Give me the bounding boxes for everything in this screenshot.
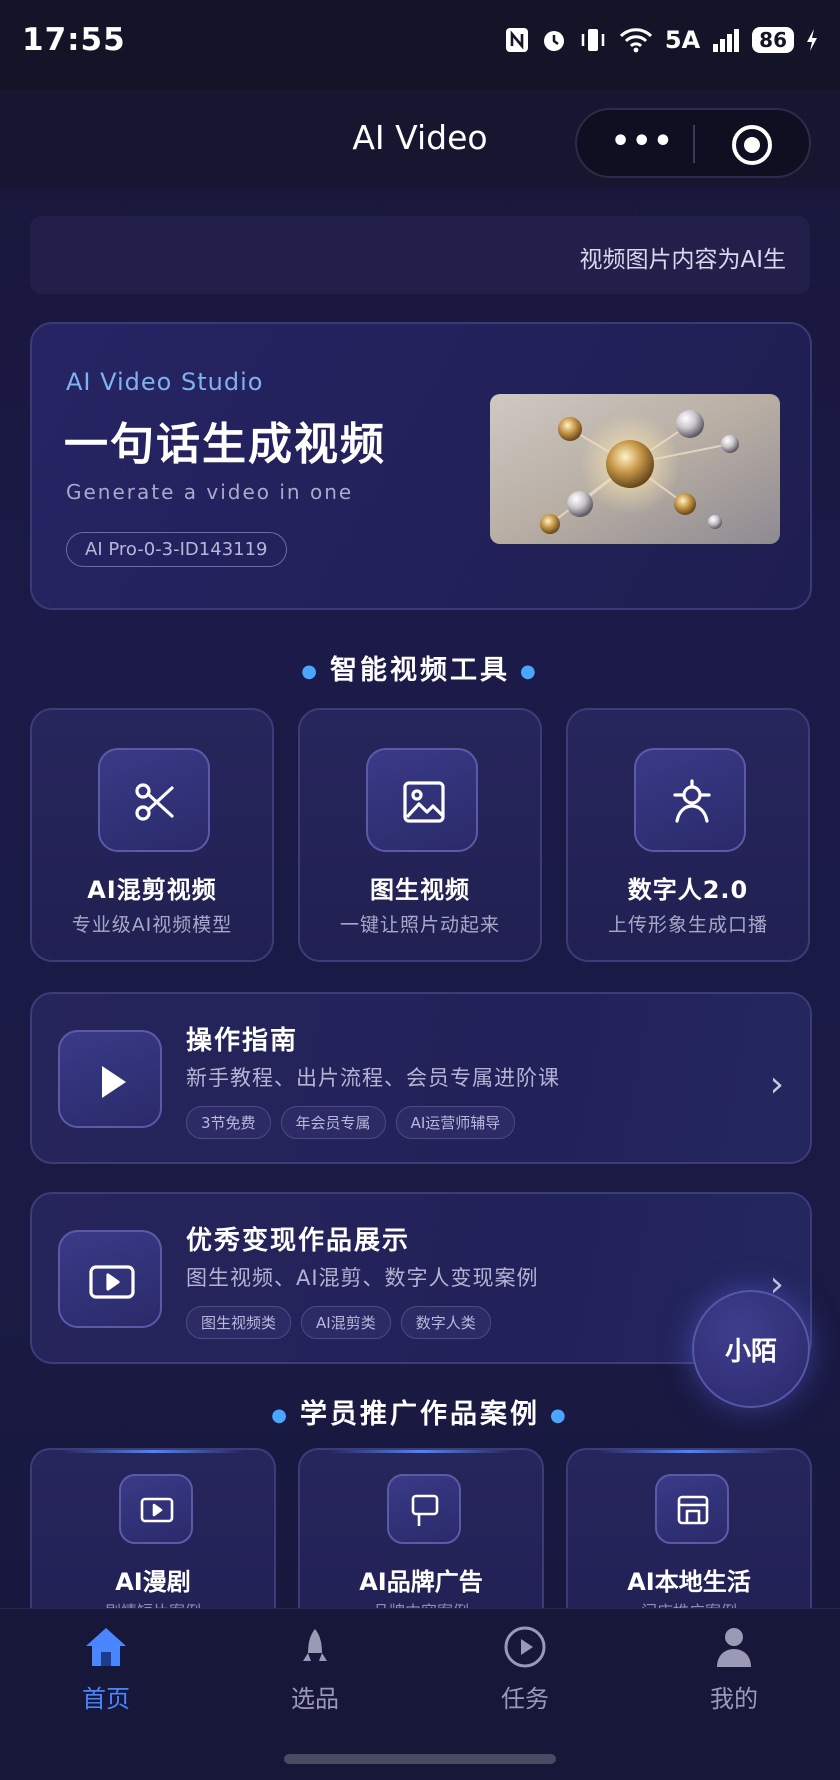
tool-card-digital-human[interactable]: 数字人2.0 上传形象生成口播 (566, 708, 810, 962)
nfc-icon (505, 28, 528, 52)
feature-tags: 图生视频类 AI混剪类 数字人类 (186, 1306, 491, 1339)
wifi-icon (619, 28, 652, 53)
title-dot-left: ● (271, 1405, 290, 1426)
hero-subtitle: Generate a video in one (66, 480, 354, 504)
tab-label: 首页 (82, 1685, 130, 1713)
title-dot-right: ● (550, 1405, 569, 1426)
rocket-icon (303, 1629, 327, 1661)
tool-card-image-to-video[interactable]: 图生视频 一键让照片动起来 (298, 708, 542, 962)
video-play-icon (58, 1230, 162, 1328)
tool-desc: 一键让照片动起来 (339, 914, 500, 936)
nav-bar: AI Video ••• (0, 90, 840, 188)
hero-title: 一句话生成视频 (64, 419, 386, 470)
case-card-ai-drama[interactable]: AI漫剧 剧情短片案例 (30, 1448, 276, 1618)
tab-label: 选品 (291, 1685, 339, 1713)
feature-subtitle: 新手教程、出片流程、会员专属进阶课 (186, 1066, 560, 1090)
case-card-ai-local-life[interactable]: AI本地生活 门店推广案例 (566, 1448, 812, 1618)
notice-bar: 视频图片内容为AI生 (30, 216, 810, 294)
home-icon (86, 1628, 126, 1666)
digital-human-icon (634, 748, 746, 852)
tool-desc: 专业级AI视频模型 (71, 914, 233, 936)
feature-subtitle: 图生视频、AI混剪、数字人变现案例 (186, 1266, 539, 1290)
tag: 3节免费 (186, 1106, 271, 1139)
tools-section-label: 智能视频工具 (330, 655, 510, 686)
tag: AI运营师辅导 (395, 1106, 516, 1139)
tool-name: AI混剪视频 (87, 876, 217, 904)
app-root: 17:55 5A 86 AI Video ••• 视频图片内容为AI生 AI V… (0, 0, 840, 1780)
tool-desc: 上传形象生成口播 (607, 914, 768, 936)
status-bar: 17:55 5A 86 (0, 0, 840, 90)
battery-level: 86 (752, 27, 794, 53)
billboard-icon (387, 1474, 461, 1544)
tab-label: 我的 (710, 1685, 758, 1713)
tag: 数字人类 (400, 1306, 491, 1339)
hero-molecule-image (490, 394, 780, 544)
charging-icon (807, 29, 817, 51)
alarm-icon (543, 31, 564, 51)
vibrate-icon (581, 29, 605, 51)
signal-icon (713, 29, 740, 52)
mini-program-capsule: ••• (575, 108, 811, 178)
tag: AI混剪类 (301, 1306, 391, 1339)
home-indicator (284, 1754, 556, 1764)
chevron-right-icon: › (769, 1064, 784, 1105)
hero-banner[interactable]: AI Video Studio 一句话生成视频 Generate a video… (30, 322, 812, 610)
play-icon (58, 1030, 162, 1128)
feature-guide[interactable]: 操作指南 新手教程、出片流程、会员专属进阶课 3节免费 年会员专属 AI运营师辅… (30, 992, 812, 1164)
tab-profile[interactable]: 我的 (674, 1625, 794, 1714)
close-target-icon[interactable] (732, 125, 772, 165)
cases-section-label: 学员推广作品案例 (300, 1399, 540, 1430)
case-name: AI本地生活 (627, 1568, 751, 1596)
tool-name: 数字人2.0 (627, 876, 749, 904)
capsule-divider (693, 125, 695, 163)
play-circle-icon (504, 1626, 546, 1668)
image-icon (366, 748, 478, 852)
feature-title: 优秀变现作品展示 (186, 1226, 411, 1256)
profile-icon (717, 1628, 751, 1667)
screen-icon (119, 1474, 193, 1544)
tab-tasks[interactable]: 任务 (465, 1625, 585, 1714)
feature-tags: 3节免费 年会员专属 AI运营师辅导 (186, 1106, 516, 1139)
title-dot-left: ● (301, 661, 320, 682)
tool-name: 图生视频 (370, 876, 470, 904)
feature-title: 操作指南 (186, 1026, 299, 1056)
scissors-icon (98, 748, 210, 852)
store-icon (655, 1474, 729, 1544)
status-icons: 5A 86 (505, 26, 818, 54)
hero-kicker: AI Video Studio (66, 368, 264, 396)
status-time: 17:55 (22, 22, 126, 58)
network-type: 5A (664, 26, 701, 54)
tag: 年会员专属 (280, 1106, 386, 1139)
tab-label: 任务 (501, 1685, 549, 1713)
case-name: AI品牌广告 (359, 1568, 483, 1596)
title-dot-right: ● (520, 661, 539, 682)
case-name: AI漫剧 (115, 1568, 191, 1596)
more-button[interactable]: ••• (611, 124, 675, 159)
tool-card-ai-remix[interactable]: AI混剪视频 专业级AI视频模型 (30, 708, 274, 962)
tag: 图生视频类 (186, 1306, 292, 1339)
model-tag: AI Pro-0-3-ID143119 (66, 532, 287, 567)
tools-section-title: ● 智能视频工具 ● (0, 648, 840, 687)
assistant-float-button[interactable]: 小陌 (692, 1290, 810, 1408)
notice-text: 视频图片内容为AI生 (579, 247, 786, 273)
tab-home[interactable]: 首页 (46, 1625, 166, 1714)
case-card-ai-brand-ad[interactable]: AI品牌广告 品牌内容案例 (298, 1448, 544, 1618)
tab-selection[interactable]: 选品 (255, 1625, 375, 1714)
cases-section-title: ● 学员推广作品案例 ● (0, 1392, 840, 1431)
